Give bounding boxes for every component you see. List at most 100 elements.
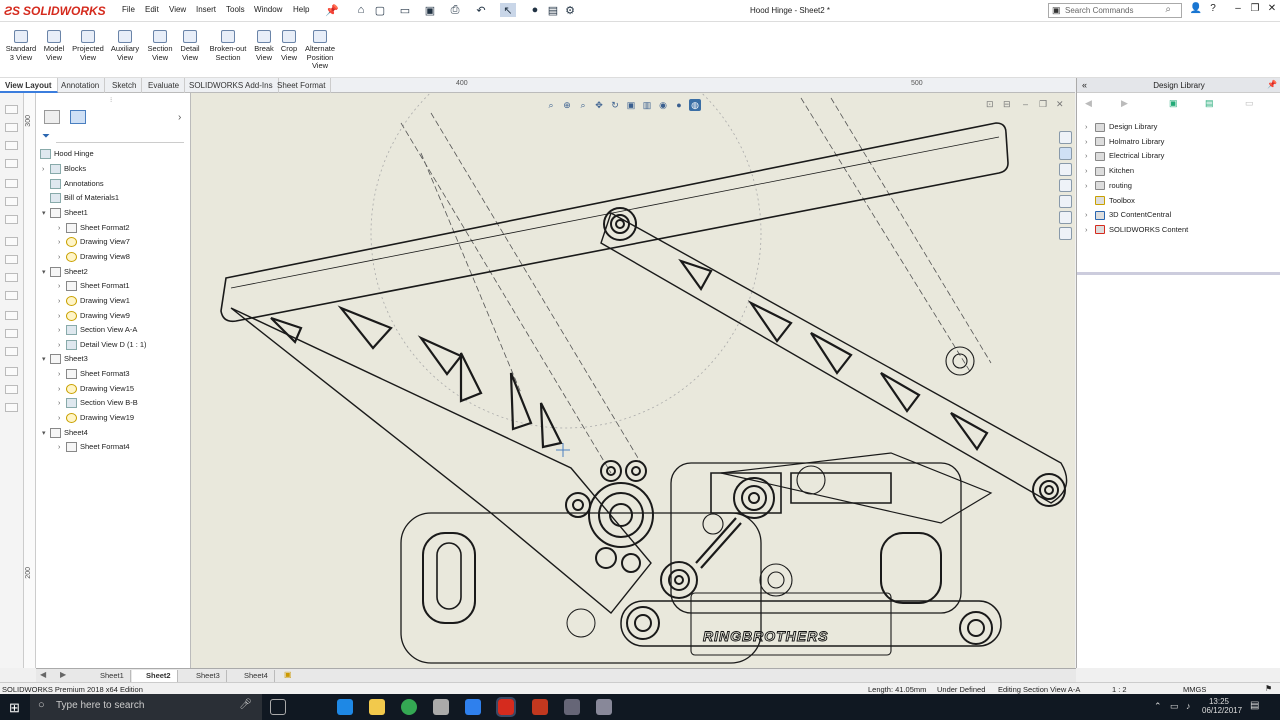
library-item[interactable]: › Kitchen [1085, 164, 1134, 178]
drawing-canvas[interactable]: RINGBROTHERS ⊡ ⊟ – ❐ ✕ [191, 93, 1075, 668]
file-properties-icon[interactable]: ▤ [545, 3, 561, 17]
unit-system[interactable]: MMGS [1183, 685, 1206, 694]
tree-item[interactable]: ▾ Sheet4 [42, 427, 88, 439]
arc-tool-icon[interactable] [5, 159, 18, 168]
expand-toggle-icon[interactable]: › [58, 311, 66, 323]
section-view-toggle-icon[interactable]: ▥ [641, 99, 653, 111]
tree-item[interactable]: ▾ Sheet3 [42, 353, 88, 365]
tree-item[interactable]: ▾ Sheet2 [42, 266, 88, 278]
previous-view-icon[interactable]: ⌕ [577, 99, 589, 111]
canvas-minimize-button[interactable]: – [1023, 99, 1028, 109]
section-view-button[interactable]: Section View [146, 30, 174, 62]
appearance-icon[interactable]: ● [673, 99, 685, 111]
canvas-restore-button[interactable]: ❐ [1039, 99, 1047, 110]
scene-icon[interactable]: ◍ [689, 99, 701, 111]
feature-manager-tab-icon[interactable] [44, 110, 60, 124]
weld-symbol-tool-icon[interactable] [5, 291, 18, 300]
status-options-icon[interactable]: ⚑ [1265, 684, 1272, 693]
expand-toggle-icon[interactable]: › [58, 325, 66, 337]
tab-annotation[interactable]: Annotation [56, 78, 106, 93]
tree-item[interactable]: › Sheet Format2 [58, 222, 130, 234]
sheet-tab-sheet4[interactable]: Sheet4 [230, 670, 275, 682]
tree-item[interactable]: › Drawing View7 [58, 236, 130, 248]
spline-tool-icon[interactable] [5, 179, 18, 188]
expand-toggle-icon[interactable]: › [42, 164, 50, 176]
expand-toggle-icon[interactable]: › [1085, 120, 1095, 134]
expand-toggle-icon[interactable]: › [58, 296, 66, 308]
sheet-tab-sheet1[interactable]: Sheet1 [86, 670, 131, 682]
user-icon[interactable]: 👤 [1188, 3, 1204, 17]
taskbar-clock[interactable]: 13:25 06/12/2017 [1202, 697, 1242, 715]
back-icon[interactable]: ◀ [1085, 98, 1092, 109]
expand-toggle-icon[interactable]: ▾ [42, 208, 50, 220]
expand-toggle-icon[interactable]: › [58, 252, 66, 264]
expand-toggle-icon[interactable]: ▾ [42, 428, 50, 440]
tree-item[interactable]: Annotations [42, 178, 104, 190]
file-explorer-icon[interactable] [1059, 163, 1072, 176]
add-to-library-icon[interactable]: ▣ [1169, 98, 1178, 109]
display-style-icon[interactable]: ▣ [625, 99, 637, 111]
revision-tool-icon[interactable] [5, 403, 18, 412]
tree-root-hood-hinge[interactable]: Hood Hinge [40, 148, 94, 160]
tree-item[interactable]: › Drawing View1 [58, 295, 130, 307]
search-icon[interactable]: ⌕ [1165, 4, 1171, 15]
add-file-location-icon[interactable]: ▤ [1205, 98, 1214, 109]
library-item[interactable]: › Holmatro Library [1085, 135, 1164, 149]
volume-icon[interactable]: ♪ [1186, 701, 1191, 711]
expand-toggle-icon[interactable]: › [58, 413, 66, 425]
tree-item[interactable]: › Sheet Format3 [58, 368, 130, 380]
traffic-light-icon[interactable]: ● [527, 3, 543, 17]
app-icon-2[interactable] [465, 699, 481, 715]
add-sheet-icon[interactable]: ▣ [284, 670, 292, 679]
expand-toggle-icon[interactable]: › [58, 237, 66, 249]
model-view-button[interactable]: Model View [40, 30, 68, 62]
sheet-tab-sheet3[interactable]: Sheet3 [182, 670, 227, 682]
expand-toggle-icon[interactable]: › [58, 281, 66, 293]
auxiliary-view-button[interactable]: Auxiliary View [108, 30, 142, 62]
tab-solidworks-add-ins[interactable]: SOLIDWORKS Add-Ins [184, 78, 279, 93]
minimize-button[interactable]: – [1230, 3, 1246, 17]
expand-toggle-icon[interactable]: › [1085, 164, 1095, 178]
library-item[interactable]: › Electrical Library [1085, 149, 1164, 163]
tree-item[interactable]: › Section View A-A [58, 324, 137, 336]
chrome-icon[interactable] [401, 699, 417, 715]
expand-toggle-icon[interactable]: › [58, 442, 66, 454]
collapse-pane-icon[interactable]: « [1082, 80, 1087, 90]
expand-toggle-icon[interactable]: ▾ [42, 354, 50, 366]
projected-view-button[interactable]: Projected View [70, 30, 106, 62]
undo-icon[interactable]: ↶ [473, 3, 489, 17]
library-item[interactable]: › SOLIDWORKS Content [1085, 223, 1188, 237]
solidworks-logo[interactable]: ƧS SOLIDWORKS [4, 4, 106, 18]
close-button[interactable]: ✕ [1264, 3, 1280, 17]
tree-item[interactable]: Bill of Materials1 [42, 192, 119, 204]
table-tool-icon[interactable] [5, 385, 18, 394]
task-view-icon[interactable] [270, 699, 286, 715]
tree-item[interactable]: › Drawing View15 [58, 383, 134, 395]
solidworks-taskbar-icon[interactable] [496, 697, 516, 717]
crop-view-button[interactable]: Crop View [278, 30, 300, 62]
menu-window[interactable]: Window [254, 5, 282, 14]
next-sheet-icon[interactable]: ▶ [60, 670, 66, 679]
search-scope-icon[interactable]: ▣ [1052, 5, 1061, 16]
expand-toggle-icon[interactable]: › [58, 369, 66, 381]
select-icon[interactable]: ↖ [500, 3, 516, 17]
options-gear-icon[interactable]: ⚙ [562, 3, 578, 17]
expand-toggle-icon[interactable]: › [1085, 149, 1095, 163]
design-library-tab-icon[interactable] [1059, 147, 1072, 160]
tree-item[interactable]: › Detail View D (1 : 1) [58, 339, 147, 351]
centermark-tool-icon[interactable] [5, 329, 18, 338]
appearances-icon[interactable] [1059, 195, 1072, 208]
expand-toggle-icon[interactable]: › [1085, 179, 1095, 193]
search-commands-input[interactable]: ▣ Search Commands ⌕ [1048, 3, 1182, 18]
menu-view[interactable]: View [169, 5, 186, 14]
expand-toggle-icon[interactable]: › [58, 398, 66, 410]
help-icon[interactable]: ? [1205, 3, 1221, 17]
viewport-split-icon[interactable]: ⊟ [1003, 99, 1011, 110]
tree-item[interactable]: › Drawing View19 [58, 412, 134, 424]
new-document-icon[interactable]: ▢ [372, 3, 388, 17]
pane-splitter[interactable] [1077, 272, 1280, 275]
tree-item[interactable]: › Sheet Format1 [58, 280, 130, 292]
rotate-icon[interactable]: ↻ [609, 99, 621, 111]
expand-toggle-icon[interactable]: › [58, 223, 66, 235]
tree-item[interactable]: › Section View B-B [58, 397, 138, 409]
